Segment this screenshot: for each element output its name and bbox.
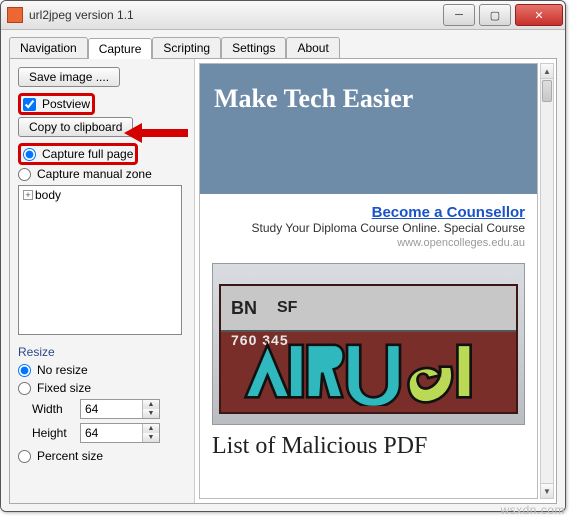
height-value: 64 <box>85 426 98 440</box>
tab-strip: Navigation Capture Scripting Settings Ab… <box>9 36 557 58</box>
percent-size-label: Percent size <box>37 449 103 463</box>
height-label: Height <box>32 426 72 440</box>
tab-content: Save image .... Postview Copy to clipboa… <box>9 58 557 504</box>
ad-title-link[interactable]: Become a Counsellor <box>372 204 525 221</box>
tab-about[interactable]: About <box>286 37 339 58</box>
postview-label: Postview <box>42 97 90 111</box>
width-spinner[interactable]: ▲▼ <box>142 400 159 418</box>
railcar-sf: SF <box>277 299 297 317</box>
preview-pane: Make Tech Easier Become a Counsellor Stu… <box>194 59 556 503</box>
tab-navigation[interactable]: Navigation <box>9 37 88 58</box>
page-next-headline: List of Malicious PDF <box>200 425 537 460</box>
preview-vertical-scrollbar[interactable]: ▲ ▼ <box>540 63 554 499</box>
copy-clipboard-button[interactable]: Copy to clipboard <box>18 117 133 137</box>
fixed-size-option[interactable]: Fixed size <box>18 381 186 395</box>
app-icon <box>7 7 23 23</box>
width-input[interactable]: 64 ▲▼ <box>80 399 160 419</box>
spin-up-icon[interactable]: ▲ <box>143 424 159 433</box>
close-button[interactable]: ✕ <box>515 4 563 26</box>
page-image: BN SF 760 345 <box>212 263 525 425</box>
watermark: wsxdn.com <box>500 503 565 517</box>
scroll-down-icon[interactable]: ▼ <box>541 483 553 498</box>
tree-root-item[interactable]: + body <box>23 188 177 202</box>
height-input[interactable]: 64 ▲▼ <box>80 423 160 443</box>
postview-checkbox[interactable] <box>23 98 36 111</box>
width-value: 64 <box>85 402 98 416</box>
tree-root-label: body <box>35 188 61 202</box>
graffiti-art <box>241 336 506 406</box>
ad-subtitle: Study Your Diploma Course Online. Specia… <box>212 221 525 235</box>
spin-up-icon[interactable]: ▲ <box>143 400 159 409</box>
resize-group-header: Resize <box>18 345 186 359</box>
window-buttons: ─ ▢ ✕ <box>441 4 565 26</box>
fixed-size-label: Fixed size <box>37 381 91 395</box>
postview-highlight: Postview <box>18 93 95 115</box>
save-image-button[interactable]: Save image .... <box>18 67 120 87</box>
spin-down-icon[interactable]: ▼ <box>143 433 159 442</box>
percent-size-radio[interactable] <box>18 450 31 463</box>
height-spinner[interactable]: ▲▼ <box>142 424 159 442</box>
window-title: url2jpeg version 1.1 <box>29 8 441 22</box>
postview-option[interactable]: Postview <box>23 97 90 111</box>
capture-manual-label: Capture manual zone <box>37 167 152 181</box>
tab-scripting[interactable]: Scripting <box>152 37 221 58</box>
railcar-bn: BN <box>231 298 257 319</box>
capture-full-label: Capture full page <box>42 147 133 161</box>
titlebar: url2jpeg version 1.1 ─ ▢ ✕ <box>1 1 565 30</box>
spin-down-icon[interactable]: ▼ <box>143 409 159 418</box>
tab-capture[interactable]: Capture <box>88 38 153 59</box>
width-label: Width <box>32 402 72 416</box>
no-resize-option[interactable]: No resize <box>18 363 186 377</box>
scroll-thumb[interactable] <box>542 80 552 102</box>
ad-url: www.opencolleges.edu.au <box>212 237 525 249</box>
scroll-up-icon[interactable]: ▲ <box>541 64 553 79</box>
dom-tree[interactable]: + body <box>18 185 182 335</box>
capture-full-option[interactable]: Capture full page <box>23 147 133 161</box>
tab-settings[interactable]: Settings <box>221 37 286 58</box>
width-row: Width 64 ▲▼ <box>32 399 186 419</box>
page-site-title: Make Tech Easier <box>200 64 537 194</box>
page-ad: Become a Counsellor Study Your Diploma C… <box>200 194 537 255</box>
height-row: Height 64 ▲▼ <box>32 423 186 443</box>
maximize-button[interactable]: ▢ <box>479 4 511 26</box>
capture-manual-radio[interactable] <box>18 168 31 181</box>
capture-full-highlight: Capture full page <box>18 143 138 165</box>
app-window: url2jpeg version 1.1 ─ ▢ ✕ Navigation Ca… <box>0 0 566 512</box>
capture-options-panel: Save image .... Postview Copy to clipboa… <box>10 59 194 503</box>
percent-size-option[interactable]: Percent size <box>18 449 186 463</box>
captured-page[interactable]: Make Tech Easier Become a Counsellor Stu… <box>199 63 538 499</box>
no-resize-radio[interactable] <box>18 364 31 377</box>
minimize-button[interactable]: ─ <box>443 4 475 26</box>
no-resize-label: No resize <box>37 363 88 377</box>
capture-full-radio[interactable] <box>23 148 36 161</box>
capture-manual-option[interactable]: Capture manual zone <box>18 167 186 181</box>
tree-expand-icon[interactable]: + <box>23 190 33 200</box>
client-area: Navigation Capture Scripting Settings Ab… <box>1 30 565 512</box>
fixed-size-radio[interactable] <box>18 382 31 395</box>
